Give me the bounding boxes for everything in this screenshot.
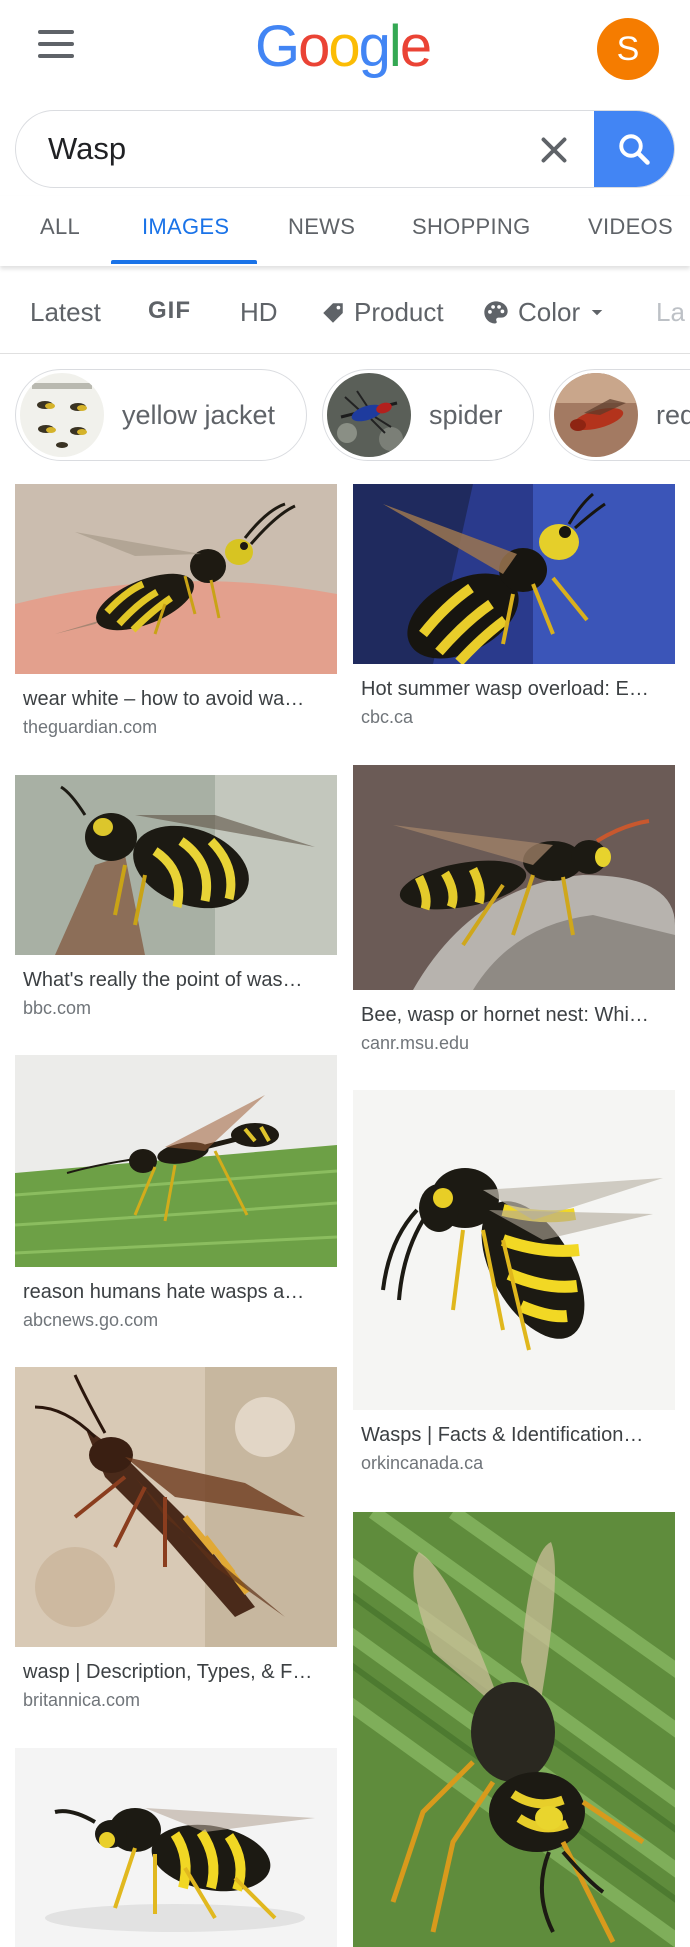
result-title: reason humans hate wasps a…	[23, 1281, 305, 1303]
filter-label: HD	[240, 297, 278, 327]
result-image	[15, 1367, 337, 1647]
result-source: theguardian.com	[23, 717, 158, 737]
image-result[interactable]: Bee, wasp or hornet nest: Whi… canr.msu.…	[353, 765, 675, 1054]
result-image	[353, 484, 675, 664]
filter-label: Product	[354, 297, 444, 327]
search-input[interactable]	[16, 111, 486, 187]
account-avatar[interactable]: S	[597, 18, 659, 80]
logo-letter: o	[328, 14, 360, 79]
filter-product[interactable]: Product	[320, 297, 444, 328]
filter-label: Latest	[30, 297, 101, 327]
logo-letter: G	[255, 14, 300, 79]
filter-bar: Latest GIF HD Product Color La	[0, 270, 690, 354]
image-result[interactable]: reason humans hate wasps a… abcnews.go.c…	[15, 1055, 337, 1331]
tab-videos[interactable]: VIDEOS	[588, 214, 673, 240]
result-image	[353, 1090, 675, 1410]
caret-down-icon	[591, 309, 603, 315]
image-result[interactable]: Hot summer wasp overload: E… cbc.ca	[353, 484, 675, 728]
result-source: abcnews.go.com	[23, 1310, 159, 1330]
filter-color[interactable]: Color	[482, 297, 606, 328]
result-title: What's really the point of was…	[23, 969, 303, 991]
logo-letter: e	[399, 14, 432, 79]
result-title: Bee, wasp or hornet nest: Whi…	[361, 1004, 649, 1026]
image-result[interactable]: What's really the point of was… bbc.com	[15, 775, 337, 1019]
chip-thumbnail	[554, 373, 638, 457]
result-image	[15, 775, 337, 955]
tag-icon	[323, 302, 343, 323]
chip-red[interactable]: red	[549, 369, 690, 461]
avatar-initial: S	[616, 29, 640, 68]
result-source: britannica.com	[23, 1690, 141, 1710]
result-source: orkincanada.ca	[361, 1453, 484, 1473]
search-tabs: ALL IMAGES NEWS SHOPPING VIDEOS	[0, 196, 690, 266]
chip-label: yellow jacket	[122, 399, 276, 430]
logo-letter: l	[388, 14, 402, 79]
image-result[interactable]	[15, 1748, 337, 1947]
image-result[interactable]: wasp | Description, Types, & F… britanni…	[15, 1367, 337, 1711]
filter-latest[interactable]: Latest	[30, 297, 101, 328]
chip-yellow-jacket[interactable]: yellow jacket	[15, 369, 307, 461]
palette-icon	[484, 300, 508, 323]
result-title: Wasps | Facts & Identification…	[361, 1424, 644, 1446]
chip-label: red	[656, 399, 690, 430]
result-source: cbc.ca	[361, 707, 414, 727]
tab-all[interactable]: ALL	[40, 214, 80, 240]
result-image	[15, 1748, 337, 1947]
chip-thumbnail	[20, 373, 104, 457]
filter-hd[interactable]: HD	[240, 297, 278, 328]
result-title: Hot summer wasp overload: E…	[361, 678, 649, 700]
active-tab-indicator	[111, 260, 257, 264]
search-button[interactable]	[594, 111, 674, 187]
search-icon	[619, 134, 650, 165]
header: Google S	[0, 0, 690, 100]
result-image	[353, 765, 675, 990]
chip-spider[interactable]: spider	[322, 369, 534, 461]
filter-label: La	[656, 297, 685, 327]
logo-letter: o	[298, 14, 330, 79]
image-result[interactable]: Wasps | Facts & Identification… orkincan…	[353, 1090, 675, 1474]
related-chips: yellow jacket spider red	[0, 364, 690, 464]
result-source: canr.msu.edu	[361, 1033, 470, 1053]
clear-icon[interactable]	[536, 132, 572, 168]
result-image	[15, 1055, 337, 1267]
hamburger-menu-icon[interactable]	[38, 30, 74, 58]
tab-images[interactable]: IMAGES	[142, 214, 229, 240]
result-title: wasp | Description, Types, & F…	[23, 1661, 313, 1683]
filter-label: GIF	[148, 297, 191, 324]
result-image	[353, 1512, 675, 1947]
result-image	[15, 484, 337, 674]
result-title: wear white – how to avoid wa…	[23, 688, 305, 710]
chip-thumbnail	[327, 373, 411, 457]
tab-shopping[interactable]: SHOPPING	[412, 214, 531, 240]
result-source: bbc.com	[23, 998, 92, 1018]
filter-more[interactable]: La	[656, 297, 685, 328]
google-logo[interactable]: Google	[255, 12, 432, 82]
image-result[interactable]: wear white – how to avoid wa… theguardia…	[15, 484, 337, 738]
chip-label: spider	[429, 399, 503, 430]
filter-label: Color	[518, 297, 581, 327]
image-result[interactable]	[353, 1512, 675, 1947]
tab-news[interactable]: NEWS	[288, 214, 355, 240]
filter-gif[interactable]: GIF	[148, 297, 191, 325]
search-bar	[15, 110, 675, 188]
logo-letter: g	[358, 14, 391, 79]
